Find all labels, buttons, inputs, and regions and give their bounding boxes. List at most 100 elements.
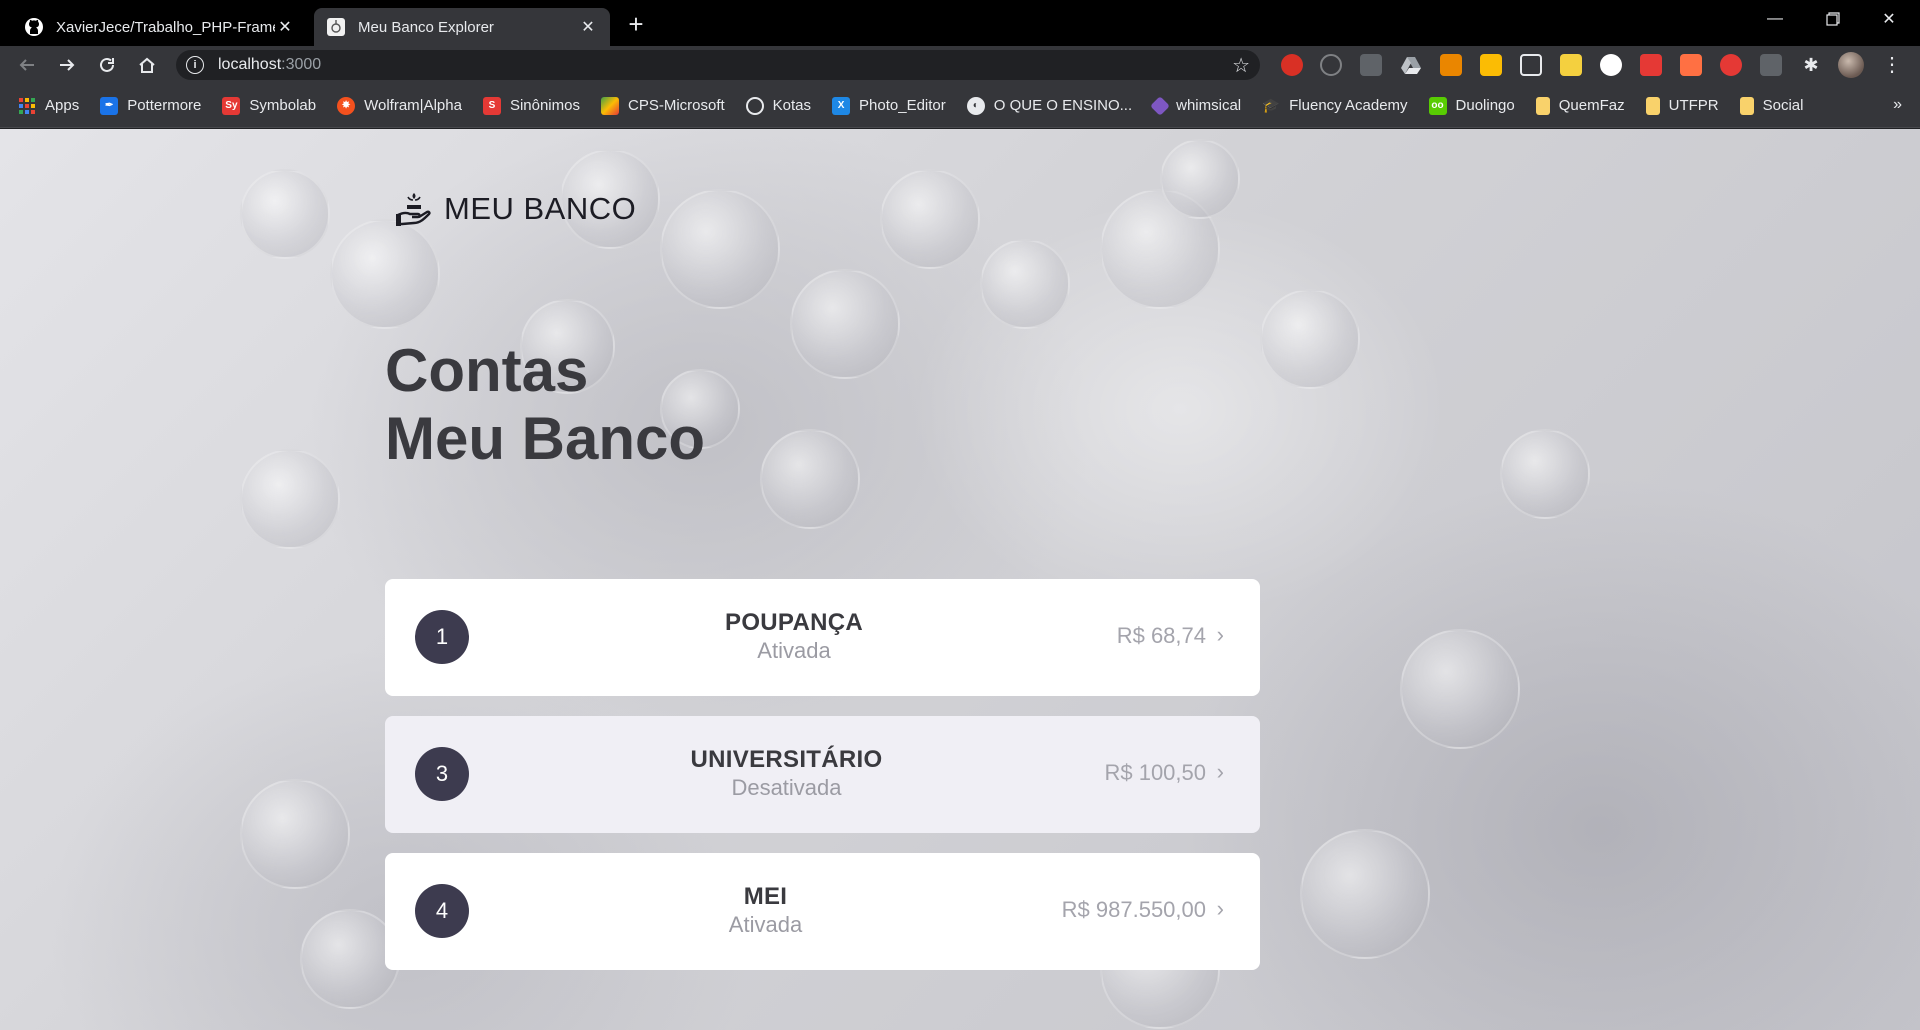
tab-title: XavierJece/Trabalho_PHP-Framew xyxy=(56,18,275,36)
bookmark-folder-quemfaz[interactable]: QuemFaz xyxy=(1535,96,1625,115)
bookmark-label: Symbolab xyxy=(249,97,317,114)
extension-lingq-icon[interactable] xyxy=(1480,54,1502,76)
apps-grid-icon xyxy=(18,97,36,115)
more-bookmarks-icon[interactable]: » xyxy=(1893,96,1902,114)
bookmark-o-que-o-ensino[interactable]: ◐ O QUE O ENSINO... xyxy=(966,96,1132,115)
wolfram-icon: ✸ xyxy=(337,96,356,115)
back-button[interactable] xyxy=(13,51,41,79)
extension-adblock-icon[interactable] xyxy=(1281,54,1303,76)
bookmark-pottermore[interactable]: ✒ Pottermore xyxy=(100,96,201,115)
extension-icon[interactable] xyxy=(1360,54,1382,76)
bookmark-folder-utfpr[interactable]: UTFPR xyxy=(1645,96,1719,115)
tab-title: Meu Banco Explorer xyxy=(358,18,494,36)
account-info: POUPANÇA Ativada xyxy=(385,609,1203,664)
extension-icon[interactable] xyxy=(1760,54,1782,76)
extension-highlighter-icon[interactable] xyxy=(1560,54,1582,76)
bookmarks-bar: Apps ✒ Pottermore Sy Symbolab ✸ Wolfram|… xyxy=(0,84,1920,128)
page-title-line-1: Contas xyxy=(385,337,589,404)
bookmark-cps[interactable]: CPS-Microsoft xyxy=(600,96,725,115)
account-list: 1 POUPANÇA Ativada R$ 68,74 › 3 UNIVERSI… xyxy=(385,579,1260,990)
bookmark-label: whimsical xyxy=(1176,97,1242,114)
github-icon xyxy=(24,17,44,37)
new-tab-button[interactable]: + xyxy=(622,10,650,38)
symbolab-icon: Sy xyxy=(222,96,241,115)
home-button[interactable] xyxy=(133,51,161,79)
bookmark-symbolab[interactable]: Sy Symbolab xyxy=(222,96,317,115)
account-balance: R$ 100,50 xyxy=(1104,760,1206,785)
bookmark-label: Sinônimos xyxy=(509,97,580,114)
puzzle-icon[interactable]: ✱ xyxy=(1800,54,1822,76)
bookmark-label: Duolingo xyxy=(1455,97,1515,114)
whimsical-icon xyxy=(1150,95,1171,116)
reload-button[interactable] xyxy=(93,51,121,79)
chevron-right-icon: › xyxy=(1216,896,1224,921)
bookmark-label: Apps xyxy=(45,97,80,114)
bookmark-duolingo[interactable]: oo Duolingo xyxy=(1428,96,1515,115)
extension-grid-icon[interactable] xyxy=(1520,54,1542,76)
bookmark-label: Wolfram|Alpha xyxy=(364,97,462,114)
bookmark-photo-editor[interactable]: X Photo_Editor xyxy=(832,96,946,115)
extension-icon[interactable] xyxy=(1320,54,1342,76)
menu-icon[interactable]: ⋮ xyxy=(1882,52,1902,78)
browser-toolbar: i localhost:3000 ☆ ✱ ⋮ xyxy=(0,46,1920,84)
close-icon[interactable]: ✕ xyxy=(275,17,295,37)
close-window-button[interactable]: ✕ xyxy=(1866,4,1912,34)
account-info: MEI Ativada xyxy=(385,883,1146,938)
bookmark-label: Fluency Academy xyxy=(1289,97,1408,114)
bookmark-fluency-academy[interactable]: 🎓 Fluency Academy xyxy=(1262,97,1407,115)
account-status: Desativada xyxy=(731,775,842,800)
close-icon[interactable]: ✕ xyxy=(578,17,598,37)
app-logo[interactable]: MEU BANCO xyxy=(394,189,636,229)
account-card[interactable]: 3 UNIVERSITÁRIO Desativada R$ 100,50 › xyxy=(385,716,1260,833)
extension-icon[interactable] xyxy=(1680,54,1702,76)
drive-icon[interactable] xyxy=(1400,54,1422,76)
bookmark-label: QuemFaz xyxy=(1558,97,1625,114)
minimize-button[interactable]: — xyxy=(1752,4,1798,34)
bookmark-label: Kotas xyxy=(772,97,812,114)
account-status: Ativada xyxy=(728,912,803,937)
bookmark-label: CPS-Microsoft xyxy=(627,97,725,114)
avatar[interactable] xyxy=(1838,52,1864,78)
restore-button[interactable] xyxy=(1810,4,1856,34)
extension-icon[interactable] xyxy=(1600,54,1622,76)
globe-icon: ◐ xyxy=(966,96,985,115)
account-type: MEI xyxy=(743,883,788,910)
tab-strip: XavierJece/Trabalho_PHP-Framew ✕ Meu Ban… xyxy=(0,0,1920,46)
kotas-icon xyxy=(745,96,764,115)
coin-hand-icon xyxy=(396,193,431,226)
bookmark-apps[interactable]: Apps xyxy=(18,97,79,115)
tab-github[interactable]: XavierJece/Trabalho_PHP-Framew ✕ xyxy=(12,8,307,46)
address-bar[interactable]: i localhost:3000 ☆ xyxy=(176,50,1260,80)
bookmark-wolfram[interactable]: ✸ Wolfram|Alpha xyxy=(337,96,462,115)
bookmark-star-icon[interactable]: ☆ xyxy=(1232,53,1250,78)
reload-icon xyxy=(100,57,114,72)
forward-button[interactable] xyxy=(53,51,81,79)
bookmark-label: UTFPR xyxy=(1668,97,1719,114)
bookmark-whimsical[interactable]: whimsical xyxy=(1150,95,1242,116)
bookmark-label: Photo_Editor xyxy=(859,97,946,114)
bookmark-sinonimos[interactable]: S Sinônimos xyxy=(482,96,580,115)
account-card[interactable]: 1 POUPANÇA Ativada R$ 68,74 › xyxy=(385,579,1260,696)
extension-icon[interactable] xyxy=(1720,54,1742,76)
page-content: MEU BANCO Contas Meu Banco 1 POUPANÇA At… xyxy=(0,129,1920,1030)
extension-icon[interactable] xyxy=(1440,54,1462,76)
chevron-right-icon: › xyxy=(1216,759,1224,784)
bookmark-kotas[interactable]: Kotas xyxy=(745,96,812,115)
chevron-right-icon: › xyxy=(1216,622,1224,647)
fluency-icon: 🎓 xyxy=(1262,97,1280,113)
extension-icon[interactable] xyxy=(1640,54,1662,76)
page-title: Contas Meu Banco xyxy=(385,337,705,473)
arrow-left-icon xyxy=(19,59,34,71)
account-status: Ativada xyxy=(757,638,831,663)
info-icon[interactable]: i xyxy=(186,56,204,74)
tab-meu-banco[interactable]: Meu Banco Explorer ✕ xyxy=(314,8,610,46)
meu-banco-icon xyxy=(326,17,346,37)
bookmark-folder-social[interactable]: Social xyxy=(1739,96,1803,115)
logo-text: MEU BANCO xyxy=(444,191,637,226)
url-text: localhost:3000 xyxy=(218,56,322,73)
folder-icon xyxy=(1739,96,1754,115)
sinonimos-icon: S xyxy=(482,96,501,115)
account-info: UNIVERSITÁRIO Desativada xyxy=(385,746,1188,801)
cps-icon xyxy=(600,96,619,115)
account-card[interactable]: 4 MEI Ativada R$ 987.550,00 › xyxy=(385,853,1260,970)
